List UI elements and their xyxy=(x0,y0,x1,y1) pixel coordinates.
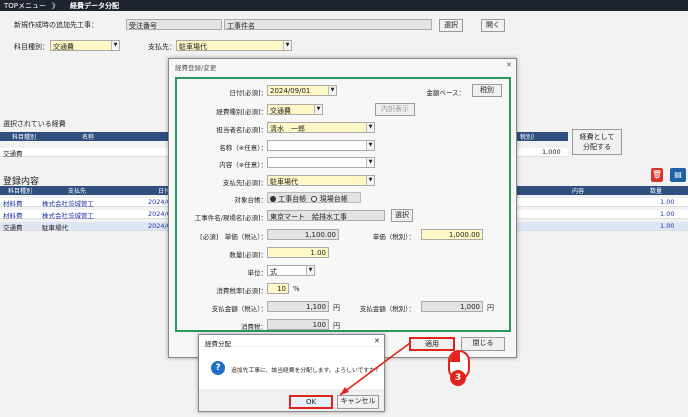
guide-arrow-head xyxy=(340,387,349,395)
guide-arrow-line xyxy=(339,342,411,396)
mouse-left-button xyxy=(450,352,459,362)
mouse-divider xyxy=(459,352,460,362)
guide-arrow-overlay xyxy=(339,342,411,396)
step-number-badge: 3 xyxy=(450,370,466,386)
